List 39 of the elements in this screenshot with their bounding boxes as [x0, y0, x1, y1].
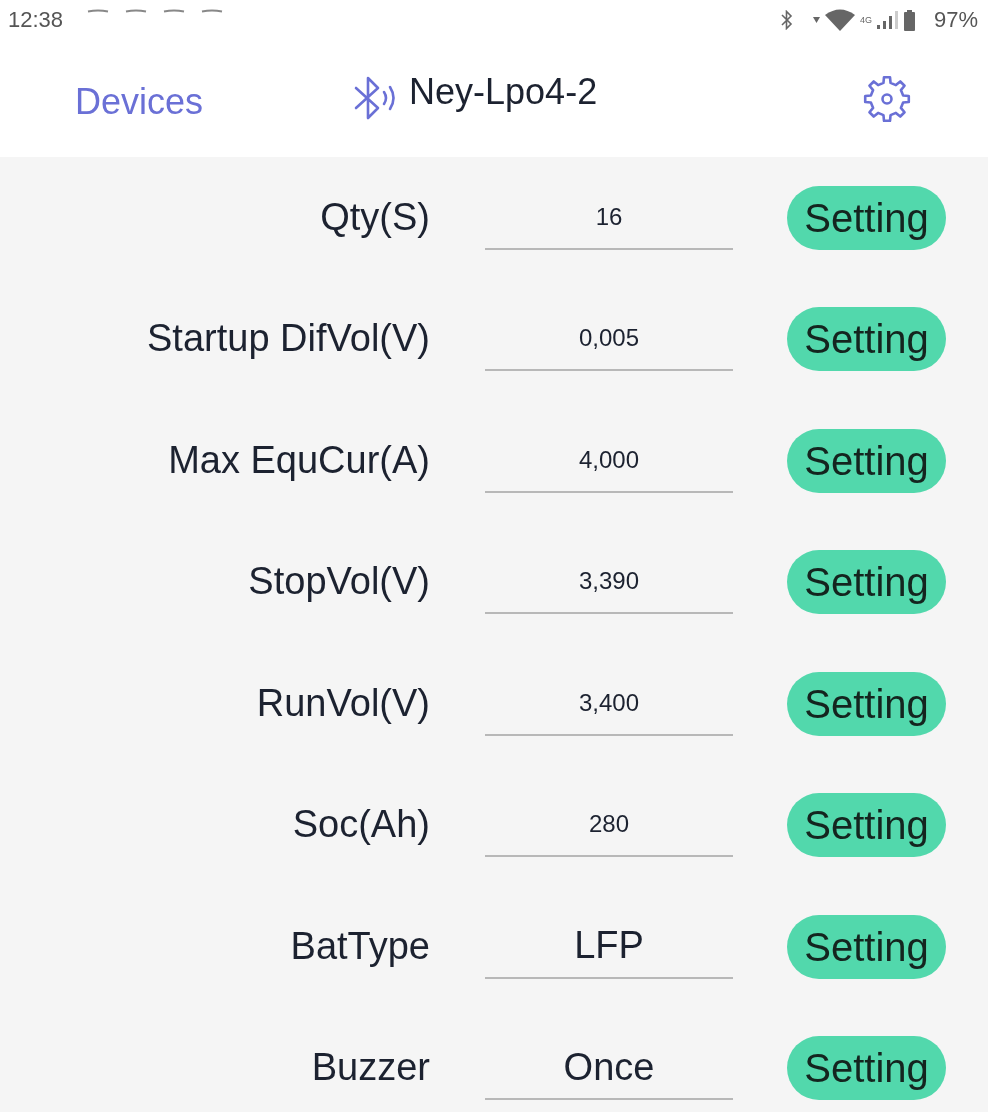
setting-label: Soc(Ah) [291, 802, 430, 848]
select-field[interactable]: LFP [485, 914, 733, 979]
down-arrow-icon [812, 17, 820, 23]
setting-button[interactable]: Setting [787, 185, 946, 250]
number-input-field[interactable]: 4,000 [485, 428, 733, 493]
setting-button[interactable]: Setting [787, 550, 946, 615]
setting-label: Buzzer [310, 1045, 430, 1091]
select-field[interactable]: Once [485, 1036, 733, 1101]
setting-button[interactable]: Setting [787, 793, 946, 858]
number-input-field[interactable]: 16 [485, 185, 733, 250]
setting-button[interactable]: Setting [787, 671, 946, 736]
device-name-title: Ney-Lpo4-2 [409, 69, 598, 114]
devices-link[interactable]: Devices [75, 79, 204, 124]
number-input-field[interactable]: 0,005 [485, 307, 733, 372]
settings-icon[interactable] [862, 73, 912, 124]
setting-button[interactable]: Setting [787, 1036, 946, 1101]
number-input-field[interactable]: 280 [485, 793, 733, 858]
setting-button[interactable]: Setting [787, 428, 946, 493]
network-type-label: 4G [859, 15, 872, 25]
dash-icon [125, 9, 148, 13]
dash-icon [163, 9, 186, 13]
number-input-field[interactable]: 3,400 [485, 671, 733, 736]
battery-icon [903, 9, 915, 31]
setting-label: Qty(S) [319, 194, 430, 240]
clock-time: 12:38 [8, 9, 64, 31]
dash-icon [201, 9, 224, 13]
battery-percentage: 97% [933, 9, 978, 31]
bluetooth-icon [780, 10, 793, 30]
setting-label: BatType [289, 923, 430, 969]
signal-icon [876, 11, 899, 29]
dash-icon [87, 9, 110, 13]
setting-label: StopVol(V) [247, 559, 430, 605]
setting-label: Startup DifVol(V) [146, 316, 430, 362]
setting-button[interactable]: Setting [787, 914, 946, 979]
setting-label: RunVol(V) [255, 680, 430, 726]
wifi-icon [824, 9, 855, 31]
number-input-field[interactable]: 3,390 [485, 550, 733, 615]
setting-label: Max EquCur(A) [167, 437, 430, 483]
setting-button[interactable]: Setting [787, 307, 946, 372]
